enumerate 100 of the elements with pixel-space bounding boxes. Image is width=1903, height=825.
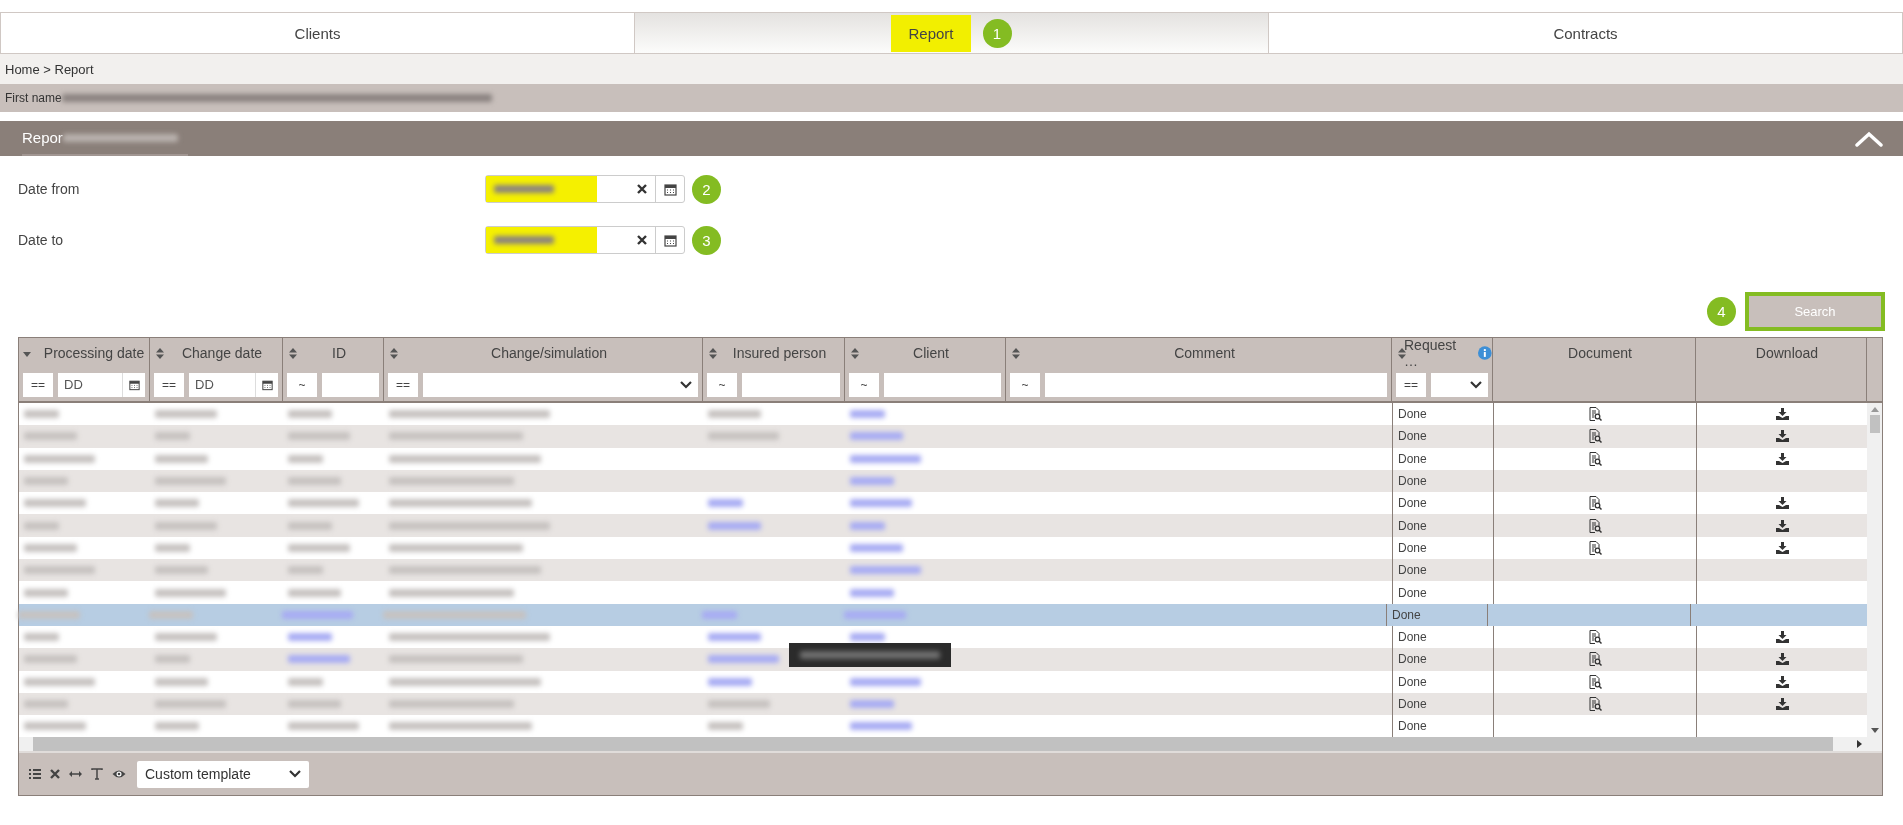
download-icon[interactable] [1775,541,1789,554]
table-cell: Done [1398,518,1427,533]
operator-selector[interactable]: ~ [707,372,737,397]
operator-selector[interactable]: ~ [849,372,879,397]
table-row[interactable]: Done [19,469,1867,493]
info-label: First name [5,91,62,105]
collapse-icon[interactable] [1855,130,1883,147]
table-cell: Done [1398,451,1427,466]
filter-field[interactable] [322,372,379,397]
download-icon[interactable] [1775,698,1789,710]
table-cell: Done [1398,719,1427,734]
vertical-scrollbar[interactable] [1867,403,1882,738]
caret-icon [289,770,301,779]
table-cell: Done [1398,674,1427,689]
clear-icon[interactable] [637,184,647,194]
operator-selector[interactable]: == [388,372,418,397]
table-cell: Done [1398,652,1427,667]
table-cell: Done [1398,540,1427,555]
calendar-icon[interactable] [261,378,273,391]
table-cell: Done [1392,607,1421,622]
operator-selector[interactable]: ~ [1010,372,1040,397]
table-cell: Done [1398,474,1427,489]
document-preview-icon[interactable] [1588,697,1602,711]
operator-selector[interactable]: == [154,372,184,397]
tab[interactable]: Contracts [1268,13,1903,53]
filter-field[interactable] [1045,372,1387,397]
table-row[interactable]: Done [19,425,1867,448]
scroll-thumb[interactable] [1869,415,1880,433]
column-header[interactable]: Change date [150,338,283,368]
table-cell: Done [1398,697,1427,711]
tab-label: Report [891,14,971,52]
calendar-icon[interactable] [663,182,677,196]
calendar-icon[interactable] [663,233,677,247]
date-filter-field[interactable]: DD [189,372,255,397]
scroll-down-icon[interactable] [1870,728,1879,734]
download-icon[interactable] [1775,408,1789,421]
filter-field[interactable] [884,372,1001,397]
document-preview-icon[interactable] [1588,451,1602,466]
date-field[interactable] [485,175,685,203]
download-icon[interactable] [1775,497,1789,510]
table-cell: Done [1398,407,1427,422]
table-row[interactable]: Done [19,692,1867,716]
column-header[interactable]: Insured person [703,338,845,368]
download-icon[interactable] [1775,430,1789,443]
column-header[interactable]: Document [1493,338,1696,368]
operator-selector[interactable]: ~ [287,372,317,397]
breadcrumb: Home > Report [5,61,94,77]
column-header[interactable]: Processing date [19,338,150,368]
download-icon[interactable] [1775,519,1789,532]
table-row[interactable]: Done [19,559,1867,582]
download-icon[interactable] [1775,653,1789,666]
step-badge: 4 [1707,297,1736,326]
column-header[interactable]: Change/simulation [384,338,703,368]
caret-icon [1470,380,1482,389]
document-preview-icon[interactable] [1588,630,1602,645]
download-icon[interactable] [1775,675,1789,688]
field-label: Date from [18,181,81,197]
clear-icon[interactable] [637,235,647,245]
date-field[interactable] [485,226,685,254]
filter-field[interactable] [742,372,840,397]
tab-label: Contracts [1553,23,1618,44]
document-preview-icon[interactable] [1588,540,1602,555]
column-header[interactable]: Client [845,338,1006,368]
column-header[interactable]: ID [283,338,384,368]
document-preview-icon[interactable] [1588,496,1602,511]
scroll-right-icon[interactable] [1857,740,1862,749]
table-row[interactable]: Done [19,648,1867,671]
table-cell: Done [1398,630,1427,645]
operator-selector[interactable]: == [23,372,53,397]
list-icon[interactable] [29,769,41,780]
document-preview-icon[interactable] [1588,674,1602,689]
calendar-icon[interactable] [128,378,140,391]
operator-selector[interactable]: == [1396,372,1426,397]
horizontal-scrollbar[interactable] [19,737,1882,754]
field-label: Date to [18,232,65,248]
template-dropdown[interactable]: Custom template [137,760,309,788]
table-cell: Done [1398,585,1427,600]
text-height-icon[interactable] [91,768,103,781]
step-badge: 3 [692,225,721,255]
resize-horizontal-icon[interactable] [69,770,82,779]
eye-icon[interactable] [112,769,126,780]
info-icon[interactable] [1478,346,1492,360]
column-header[interactable]: Download [1696,338,1867,368]
download-icon[interactable] [1775,452,1789,465]
table-cell: Done [1398,563,1427,578]
date-filter-field[interactable]: DD [58,372,122,397]
tab[interactable]: Report 1 [634,13,1268,53]
column-header[interactable]: Request … [1392,338,1493,368]
column-header[interactable]: Comment [1006,338,1392,368]
download-icon[interactable] [1775,631,1789,644]
table-cell: Done [1398,496,1427,511]
table-row[interactable]: Done [19,603,1867,626]
document-preview-icon[interactable] [1588,652,1602,667]
table-cell: Done [1398,429,1427,444]
document-preview-icon[interactable] [1588,518,1602,533]
table-row[interactable]: Done [19,514,1867,537]
document-preview-icon[interactable] [1588,429,1602,444]
document-preview-icon[interactable] [1588,407,1602,422]
close-icon[interactable] [50,769,60,780]
filter-dropdown[interactable] [1431,372,1488,397]
